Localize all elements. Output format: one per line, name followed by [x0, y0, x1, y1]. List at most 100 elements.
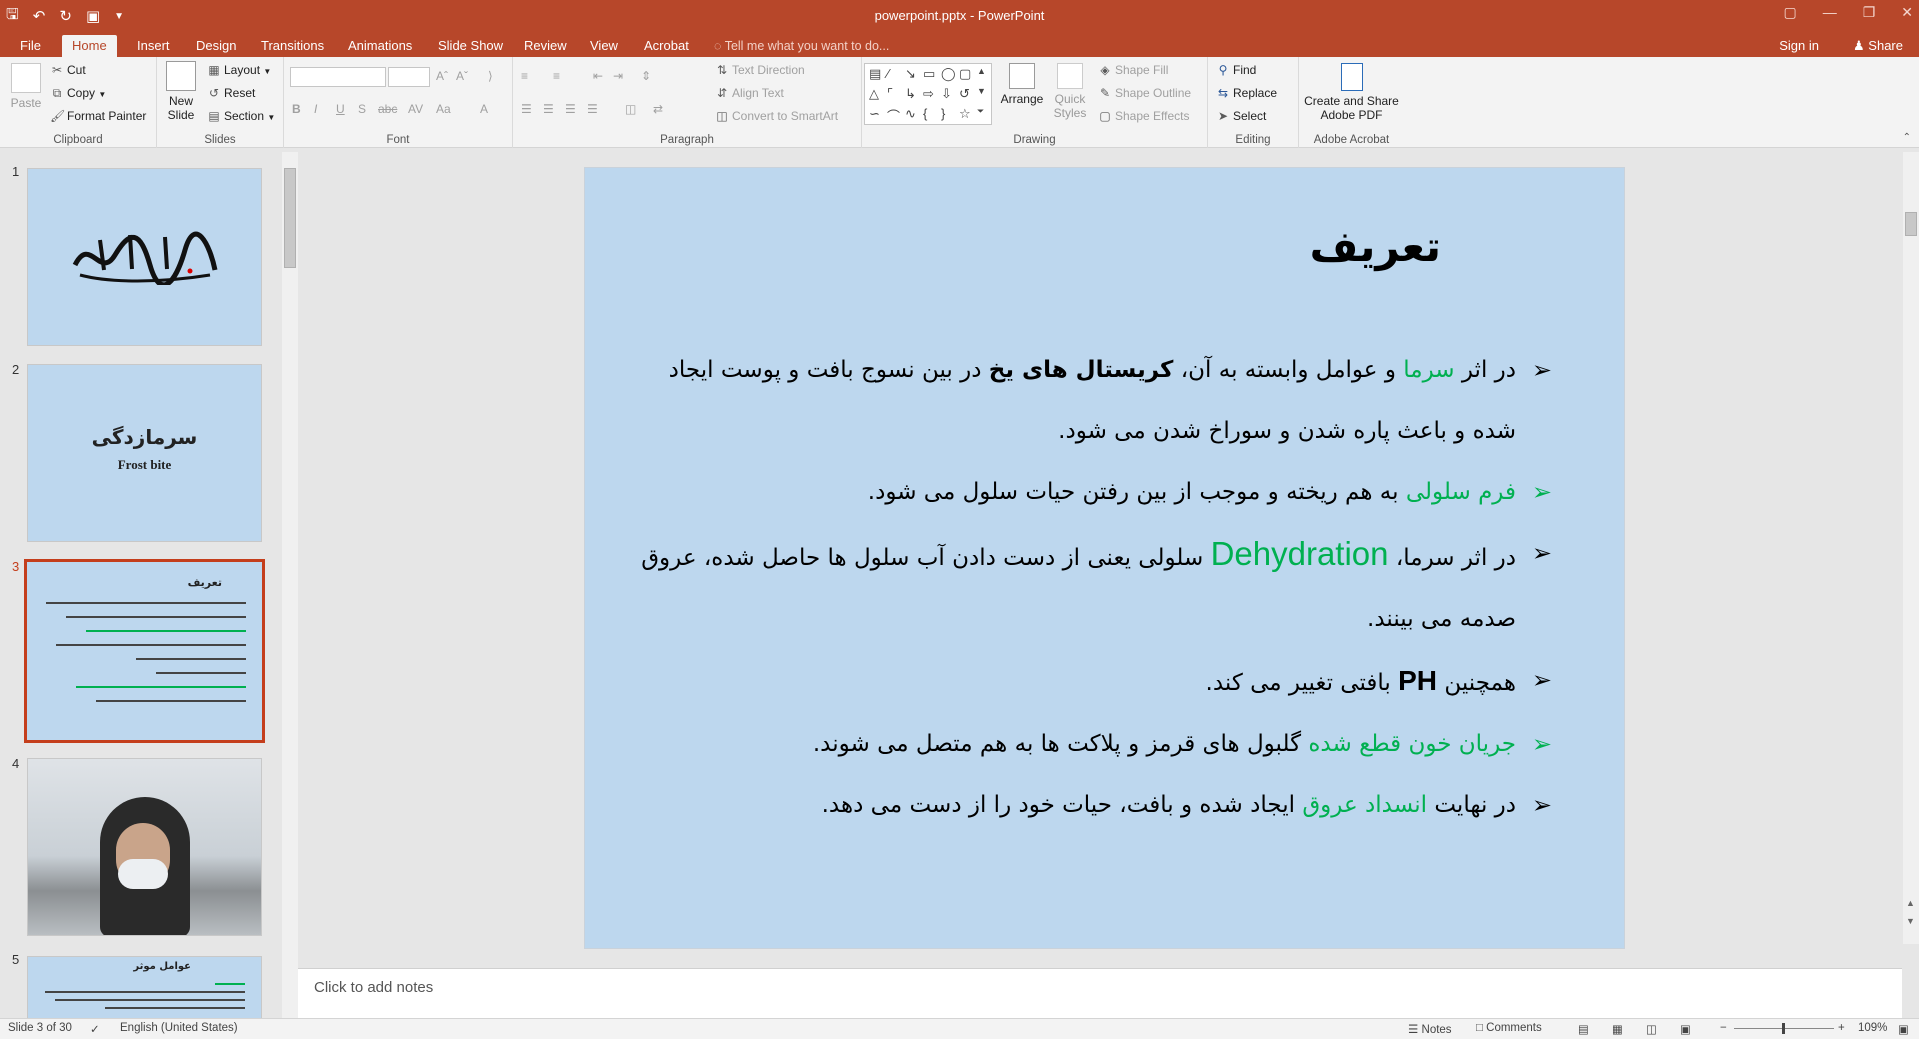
- line-shape-icon[interactable]: ∕: [887, 66, 889, 81]
- arc-shape-icon[interactable]: ⌒: [887, 106, 900, 125]
- maximize-icon[interactable]: ❐: [1863, 4, 1876, 21]
- slide-thumbnail-2[interactable]: سرمازدگی Frost bite: [27, 364, 262, 542]
- minimize-icon[interactable]: —: [1823, 4, 1837, 21]
- reading-view-icon[interactable]: ◫: [1646, 1022, 1657, 1036]
- justify-icon[interactable]: ☰: [587, 102, 598, 116]
- align-left-icon[interactable]: ☰: [521, 102, 532, 116]
- text-columns-icon[interactable]: ◫: [625, 102, 636, 116]
- gallery-scroll-up-icon[interactable]: ▲: [977, 66, 986, 76]
- notes-toggle[interactable]: ☰ Notes: [1408, 1022, 1452, 1036]
- tell-me-box[interactable]: ◌ Tell me what you want to do...: [714, 35, 889, 57]
- tab-transitions[interactable]: Transitions: [251, 35, 334, 57]
- char-spacing-icon[interactable]: AV: [408, 102, 423, 116]
- decrease-indent-icon[interactable]: ⇤: [593, 69, 603, 83]
- tab-design[interactable]: Design: [186, 35, 246, 57]
- shapes-gallery[interactable]: ▤ ∕ ↘ ▭ ◯ ▢ △ ⌜ ↳ ⇨ ⇩ ↺ ∽ ⌒ ∿ { } ☆ ▲ ▼ …: [864, 63, 992, 125]
- zoom-level[interactable]: 109%: [1858, 1022, 1887, 1034]
- create-share-pdf-button[interactable]: Create and Share Adobe PDF: [1299, 63, 1404, 122]
- tab-view[interactable]: View: [580, 35, 628, 57]
- shape-effects-button[interactable]: ▢ Shape Effects: [1098, 109, 1189, 123]
- numbering-icon[interactable]: ≡: [553, 69, 560, 83]
- normal-view-icon[interactable]: ▤: [1578, 1022, 1589, 1036]
- bullets-icon[interactable]: ≡: [521, 69, 528, 83]
- shape-outline-button[interactable]: ✎ Shape Outline: [1098, 86, 1191, 100]
- section-button[interactable]: ▤ Section ▼: [207, 109, 275, 123]
- ribbon-display-icon[interactable]: ▢: [1783, 4, 1796, 21]
- copy-button[interactable]: ⧉ Copy ▼: [50, 86, 107, 101]
- slide-title[interactable]: تعریف: [1310, 222, 1441, 271]
- slide-thumbnail-1[interactable]: [27, 168, 262, 346]
- collapse-ribbon-icon[interactable]: ⌃: [1903, 132, 1911, 143]
- share-button[interactable]: ♟ Share: [1853, 35, 1903, 57]
- freeform-shape-icon[interactable]: ↺: [959, 86, 970, 102]
- underline-icon[interactable]: U: [336, 102, 345, 116]
- rtl-icon[interactable]: ⇄: [653, 102, 663, 116]
- down-arrow-shape-icon[interactable]: ⇩: [941, 86, 952, 102]
- paste-button[interactable]: Paste: [8, 63, 44, 110]
- font-name-input[interactable]: [290, 67, 386, 87]
- bold-icon[interactable]: B: [292, 102, 301, 116]
- curve-shape-icon[interactable]: ∽: [869, 106, 880, 122]
- right-arrow-shape-icon[interactable]: ⇨: [923, 86, 934, 102]
- slide-thumbnail-4[interactable]: [27, 758, 262, 936]
- slide-scrollbar[interactable]: ▲ ▼: [1903, 152, 1919, 944]
- tab-review[interactable]: Review: [514, 35, 577, 57]
- tab-home[interactable]: Home: [62, 35, 117, 57]
- slide-thumbnail-3[interactable]: تعریف: [24, 559, 265, 743]
- rectangle-shape-icon[interactable]: ▭: [923, 66, 935, 82]
- gallery-scroll-down-icon[interactable]: ▼: [977, 86, 986, 96]
- decrease-font-icon[interactable]: Aˇ: [456, 69, 468, 83]
- thumbnails-scrollbar[interactable]: [282, 152, 298, 1018]
- italic-icon[interactable]: I: [314, 102, 317, 116]
- convert-smartart-button[interactable]: ◫ Convert to SmartArt: [715, 109, 838, 123]
- language-indicator[interactable]: English (United States): [120, 1022, 238, 1034]
- layout-button[interactable]: ▦ Layout ▼: [207, 63, 271, 77]
- tab-acrobat[interactable]: Acrobat: [634, 35, 699, 57]
- increase-indent-icon[interactable]: ⇥: [613, 69, 623, 83]
- slide-bullet-list[interactable]: ➢ در اثر سرما و عوامل وابسته به آن، کریست…: [632, 340, 1552, 836]
- new-slide-button[interactable]: New Slide: [163, 61, 199, 122]
- slideshow-view-icon[interactable]: ▣: [1680, 1022, 1691, 1036]
- align-center-icon[interactable]: ☰: [543, 102, 554, 116]
- align-text-button[interactable]: ⇵ Align Text: [715, 86, 784, 100]
- close-icon[interactable]: ✕: [1901, 4, 1913, 21]
- line-spacing-icon[interactable]: ⇕: [641, 69, 651, 83]
- shape-fill-button[interactable]: ◈ Shape Fill: [1098, 63, 1168, 77]
- thumbnails-scroll-thumb[interactable]: [284, 168, 296, 268]
- prev-slide-icon[interactable]: ▲: [1906, 898, 1915, 908]
- arrow-line-shape-icon[interactable]: ↘: [905, 66, 916, 82]
- select-button[interactable]: ➤ Select: [1216, 109, 1266, 123]
- elbow-connector-icon[interactable]: ⌜: [887, 86, 893, 102]
- arrange-button[interactable]: Arrange: [1000, 63, 1044, 106]
- right-brace-icon[interactable]: }: [941, 106, 945, 121]
- replace-button[interactable]: ⇆ Replace: [1216, 86, 1277, 100]
- text-direction-button[interactable]: ⇅ Text Direction: [715, 63, 805, 77]
- comments-toggle[interactable]: □ Comments: [1476, 1022, 1542, 1034]
- triangle-shape-icon[interactable]: △: [869, 86, 879, 102]
- find-button[interactable]: ⚲ Find: [1216, 63, 1257, 77]
- increase-font-icon[interactable]: Aˆ: [436, 69, 448, 83]
- quick-styles-button[interactable]: Quick Styles: [1050, 63, 1090, 120]
- notes-placeholder[interactable]: Click to add notes: [314, 979, 433, 996]
- align-right-icon[interactable]: ☰: [565, 102, 576, 116]
- tab-file[interactable]: File: [10, 35, 51, 57]
- tab-animations[interactable]: Animations: [338, 35, 422, 57]
- clear-formatting-icon[interactable]: ⟩: [488, 69, 493, 83]
- left-brace-icon[interactable]: {: [923, 106, 927, 121]
- wave-shape-icon[interactable]: ∿: [905, 106, 916, 122]
- elbow-arrow-icon[interactable]: ↳: [905, 86, 916, 102]
- current-slide[interactable]: تعریف ➢ در اثر سرما و عوامل وابسته به آن،…: [584, 167, 1625, 949]
- fit-slide-icon[interactable]: ▣: [1898, 1022, 1909, 1036]
- star-shape-icon[interactable]: ☆: [959, 106, 971, 122]
- oval-shape-icon[interactable]: ◯: [941, 66, 956, 82]
- zoom-slider-thumb[interactable]: [1782, 1023, 1785, 1034]
- rounded-rect-shape-icon[interactable]: ▢: [959, 66, 971, 82]
- spellcheck-icon[interactable]: ✓: [90, 1022, 100, 1036]
- sign-in-link[interactable]: Sign in: [1779, 35, 1819, 57]
- shadow-icon[interactable]: S: [358, 102, 366, 116]
- cut-button[interactable]: ✂ Cut: [50, 63, 86, 77]
- font-size-input[interactable]: [388, 67, 430, 87]
- zoom-out-icon[interactable]: −: [1720, 1022, 1727, 1034]
- font-color-icon[interactable]: A: [480, 102, 488, 116]
- slide-sorter-icon[interactable]: ▦: [1612, 1022, 1623, 1036]
